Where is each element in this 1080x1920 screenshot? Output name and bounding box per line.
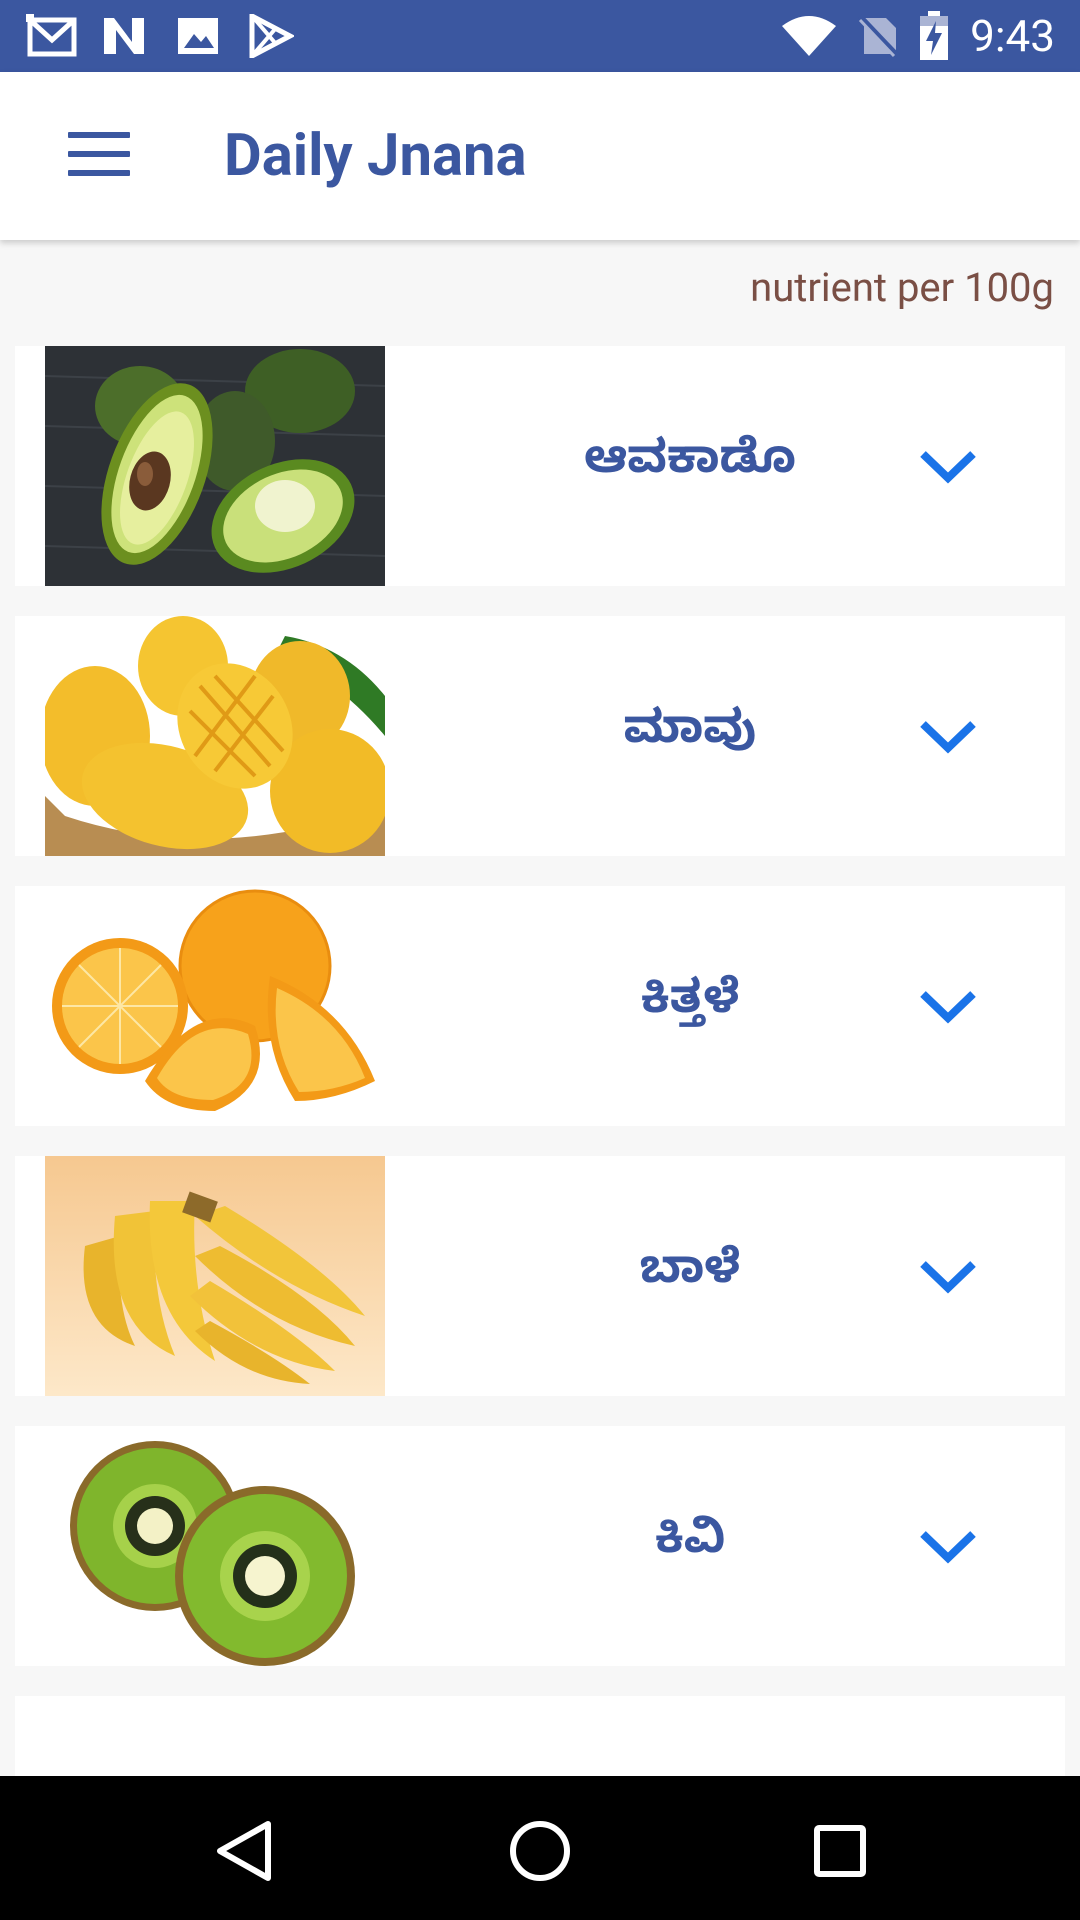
list-item[interactable]: ಮಾವು	[15, 616, 1065, 856]
battery-charging-icon	[920, 11, 948, 60]
page-title: Daily Jnana	[224, 122, 527, 190]
mango-image	[45, 616, 385, 856]
status-bar: 9:43	[0, 0, 1080, 72]
no-sim-icon	[858, 14, 900, 58]
chevron-down-icon[interactable]	[915, 982, 981, 1030]
chevron-down-icon[interactable]	[915, 1252, 981, 1300]
kiwi-image	[45, 1426, 385, 1666]
list-item[interactable]: ಆವಕಾಡೊ	[15, 346, 1065, 586]
fruit-name: ಮಾವು	[623, 705, 757, 767]
wifi-icon	[782, 16, 836, 56]
image-icon	[178, 18, 218, 54]
list-item[interactable]	[15, 1696, 1065, 1776]
navigation-bar	[0, 1776, 1080, 1920]
orange-image	[45, 886, 385, 1126]
recents-icon[interactable]	[805, 1816, 875, 1886]
chevron-down-icon[interactable]	[915, 1522, 981, 1570]
home-icon[interactable]	[505, 1816, 575, 1886]
avocado-image	[45, 346, 385, 586]
fruit-name: ಕಿತ್ತಳೆ	[640, 975, 740, 1037]
fruit-name: ಬಾಳೆ	[639, 1245, 741, 1307]
play-store-icon	[249, 14, 294, 58]
app-bar: Daily Jnana	[0, 72, 1080, 240]
chevron-down-icon[interactable]	[915, 712, 981, 760]
gmail-icon	[26, 14, 77, 57]
fruit-name: ಆವಕಾಡೊ	[584, 435, 796, 497]
nutrient-label: nutrient per 100g	[750, 264, 1054, 311]
back-icon[interactable]	[210, 1816, 280, 1886]
n-icon	[104, 18, 144, 54]
list-item[interactable]: ಬಾಳೆ	[15, 1156, 1065, 1396]
menu-icon[interactable]	[52, 122, 148, 186]
status-time: 9:43	[970, 10, 1055, 62]
fruit-name: ಕಿವಿ	[654, 1515, 726, 1577]
list-item[interactable]: ಕಿತ್ತಳೆ	[15, 886, 1065, 1126]
banana-image	[45, 1156, 385, 1396]
list-item[interactable]: ಕಿವಿ	[15, 1426, 1065, 1666]
chevron-down-icon[interactable]	[915, 442, 981, 490]
